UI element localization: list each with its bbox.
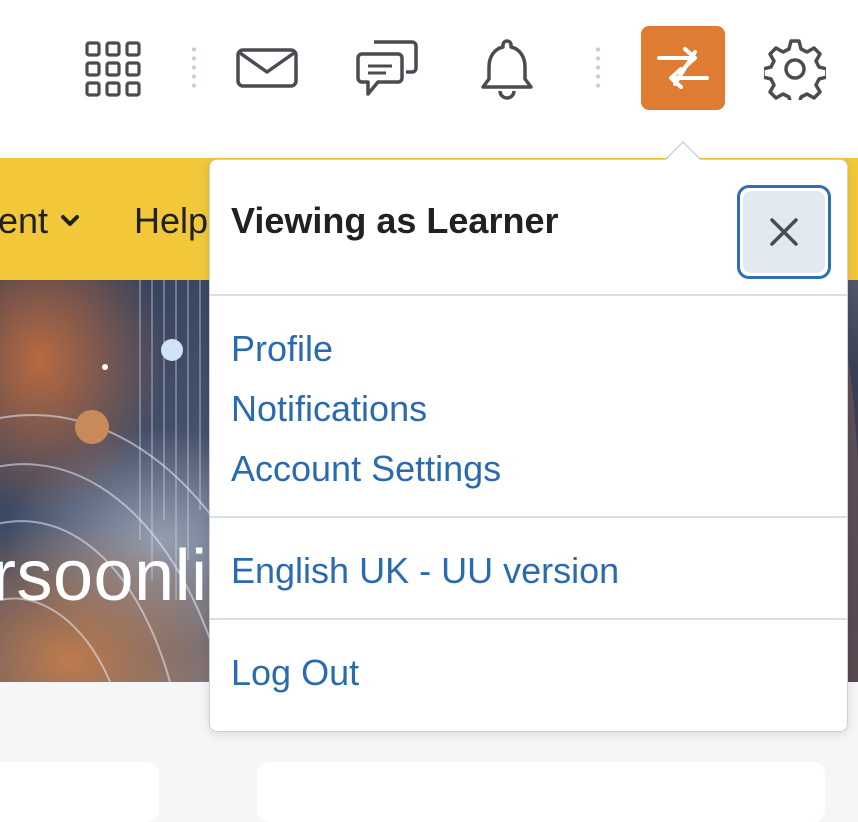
bell-icon[interactable] (474, 34, 540, 104)
banner-course-title: rsoonli (0, 536, 208, 616)
separator (596, 45, 600, 91)
close-button[interactable] (737, 185, 831, 279)
popover-caret-fill (665, 143, 701, 161)
nav-item-help[interactable]: Help (134, 200, 208, 242)
nav-item-label: ent (0, 200, 49, 241)
widget-card (257, 762, 825, 822)
language-link[interactable]: English UK - UU version (231, 550, 619, 592)
widget-card (0, 762, 159, 822)
popover-title: Viewing as Learner (231, 200, 559, 241)
chevron-down-icon (61, 215, 80, 226)
chat-icon[interactable] (350, 34, 424, 104)
divider (210, 294, 847, 296)
envelope-icon[interactable] (230, 38, 304, 98)
separator (192, 45, 196, 91)
profile-link[interactable]: Profile (231, 328, 333, 370)
divider (210, 516, 847, 518)
nav-item-label: Help (134, 200, 209, 241)
divider (210, 618, 847, 620)
apps-grid-icon[interactable] (78, 34, 148, 104)
role-switch-button[interactable] (641, 26, 725, 110)
switch-arrows-icon (657, 47, 709, 89)
notifications-link[interactable]: Notifications (231, 388, 427, 430)
top-bar (0, 0, 858, 158)
close-icon (770, 218, 798, 246)
profile-menu-popover: Viewing as Learner Profile Notifications… (209, 159, 848, 732)
log-out-link[interactable]: Log Out (231, 652, 359, 694)
account-settings-link[interactable]: Account Settings (231, 448, 501, 490)
nav-item-content[interactable]: ent (0, 200, 80, 242)
gear-icon[interactable] (760, 34, 830, 104)
